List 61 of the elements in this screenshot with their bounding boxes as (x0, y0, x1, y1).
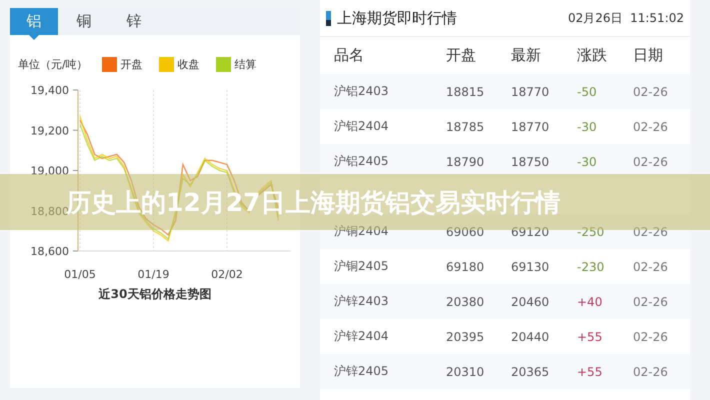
legend-label: 收盘 (178, 56, 200, 72)
table-cell-text: 02-26 (633, 84, 669, 98)
y-tick-label: 19,400 (30, 84, 69, 97)
table-cell-text: +55 (577, 364, 604, 378)
table-cell-text: 18750 (511, 154, 550, 168)
table-cell-text: 02-26 (633, 120, 669, 134)
table-cell-text: 20310 (446, 364, 486, 378)
table-cell-text: 69180 (446, 260, 486, 274)
title-bar-icon (326, 10, 331, 26)
chart-caption: 近30天铝价格走势图 (98, 286, 212, 303)
table-cell-text: 69120 (511, 224, 550, 238)
legend-label: 结算 (234, 56, 257, 72)
table-cell-text: 02-26 (633, 260, 669, 274)
table-cell-text: -50 (577, 84, 598, 98)
timestamp: 02月26日 11:51:02 (568, 10, 684, 26)
x-tick-label: 02/02 (211, 268, 243, 281)
table-cell-text: 69060 (446, 224, 486, 238)
column-header: 最新 (511, 46, 542, 65)
legend-label: 开盘 (120, 56, 143, 72)
table-cell-text: 02-26 (633, 294, 669, 308)
table-cell-text: 沪铜2404 (334, 223, 390, 240)
table-cell-text: 沪铝2403 (334, 83, 390, 100)
column-header: 涨跌 (577, 46, 608, 65)
y-tick-label: 19,000 (30, 164, 69, 178)
column-header: 日期 (633, 46, 664, 65)
column-header: 品名 (334, 46, 365, 65)
table-cell-text: 沪铝2404 (334, 118, 390, 135)
x-tick-label: 01/05 (64, 268, 96, 281)
unit-label: 单位（元/吨） (18, 56, 88, 72)
table-cell-text: 沪锌2405 (334, 363, 390, 380)
table-cell-text: 沪铝2405 (334, 153, 390, 170)
table-cell-text: -30 (577, 120, 598, 134)
table-cell-text: 沪锌2404 (334, 328, 390, 345)
x-tick-label: 01/19 (138, 268, 170, 281)
table-cell-text: -230 (577, 260, 606, 274)
table-cell-text: 02-26 (633, 330, 669, 344)
table-cell-text: +40 (577, 294, 604, 308)
table-cell-text: 18770 (511, 84, 550, 98)
metal-tab[interactable]: 铝 (10, 8, 58, 35)
table-cell-text: 沪铜2405 (334, 258, 390, 275)
table-cell-text: 20380 (446, 294, 486, 308)
tab-pointer-icon (29, 35, 39, 40)
y-tick-label: 18,600 (30, 245, 69, 258)
table-cell-text: 18770 (511, 120, 550, 134)
table-cell-text: 69130 (511, 260, 550, 274)
table-cell-text: 沪锌2403 (334, 293, 390, 310)
table-cell-text: 18785 (446, 120, 486, 134)
table-cell-text: 18815 (446, 84, 486, 98)
y-tick-label: 19,200 (30, 124, 69, 138)
table-cell-text: 20440 (511, 330, 550, 344)
table-cell-text: 20395 (446, 330, 486, 344)
table-cell-text: 02-26 (633, 364, 669, 378)
column-header: 开盘 (446, 46, 477, 65)
table-cell-text: 18790 (446, 154, 486, 168)
table-cell-text: -250 (577, 224, 606, 238)
quotes-title: 上海期货即时行情 (337, 8, 457, 28)
table-cell-text: -30 (577, 154, 598, 168)
table-cell-text: 20460 (511, 294, 550, 308)
table-cell-text: 20365 (511, 364, 550, 378)
table-cell-text: +55 (577, 330, 604, 344)
table-cell-text: 02-26 (633, 154, 669, 168)
